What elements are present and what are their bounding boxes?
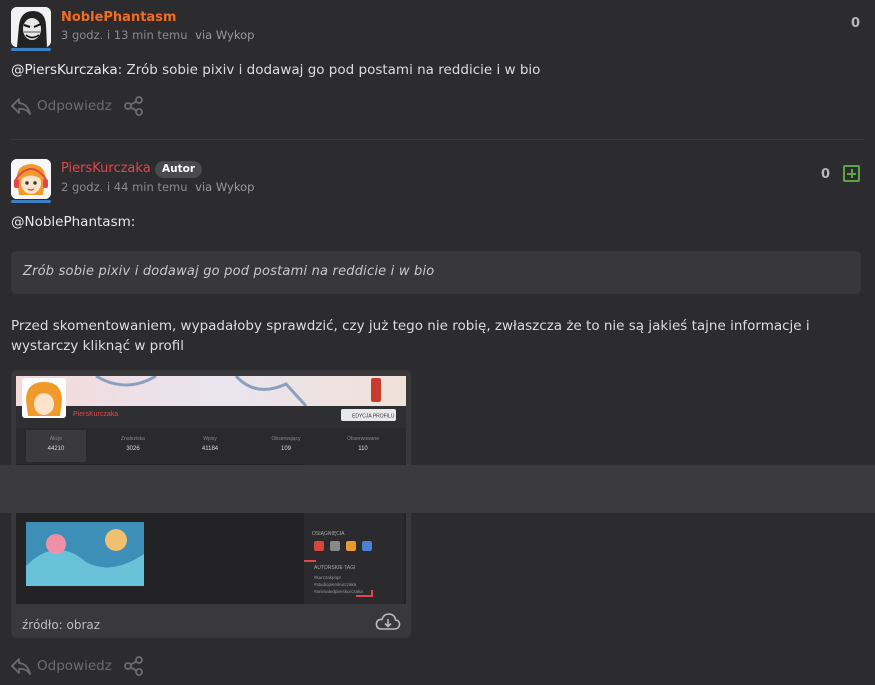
author-badge: Autor — [155, 161, 203, 178]
comment-meta: 2 godz. i 44 min temu via Wykop — [61, 180, 254, 194]
embedded-edit-button: EDYCJA PROFILU — [352, 414, 395, 420]
via-source: via Wykop — [195, 28, 255, 42]
embedded-stat-label: Akcje — [50, 436, 62, 442]
timestamp[interactable]: 3 godz. i 13 min temu — [61, 28, 188, 42]
quote-text: Zrób sobie pixiv i dodawaj go pod postam… — [23, 264, 435, 279]
quote-block: Zrób sobie pixiv i dodawaj go pod postam… — [11, 251, 861, 294]
embedded-tag: #kurczakpopr — [314, 575, 342, 580]
embedded-tag: #studiopierskurczaka — [314, 582, 357, 587]
image-source-link[interactable]: źródło: obraz — [22, 618, 100, 632]
embedded-stat-value: 44210 — [48, 446, 65, 452]
comment-text: : Zrób sobie pixiv i dodawaj go pod post… — [117, 62, 541, 78]
embedded-tag: #animatedpierskurczaka — [314, 589, 363, 594]
reply-icon[interactable] — [10, 95, 32, 121]
comment-mention-line: @NoblePhantasm: — [11, 212, 857, 232]
comment-meta: 3 godz. i 13 min temu via Wykop — [61, 28, 254, 42]
vote-count: 0 — [850, 16, 860, 31]
embedded-section-title: AUTORSKIE TAGI — [314, 565, 355, 571]
reply-button[interactable]: Odpowiedz — [37, 658, 112, 674]
avatar[interactable] — [11, 7, 51, 47]
share-icon[interactable] — [123, 655, 145, 681]
embedded-section-title: OSIĄGNIĘCIA — [312, 531, 345, 537]
embedded-stat-label: Obserwujący — [272, 436, 301, 442]
comment-divider — [11, 139, 864, 140]
author-name[interactable]: PiersKurczaka — [61, 161, 151, 176]
comment-body: @PiersKurczaka: Zrób sobie pixiv i dodaw… — [11, 60, 857, 80]
mention-link[interactable]: @PiersKurczaka — [11, 62, 118, 78]
via-source: via Wykop — [195, 180, 255, 194]
author-name[interactable]: NoblePhantasm — [61, 10, 176, 25]
embedded-stat-value: 3026 — [126, 446, 140, 452]
embedded-profile-name: PiersKurczaka — [73, 411, 118, 418]
upvote-plus-icon[interactable] — [843, 165, 860, 182]
comment-body: Przed skomentowaniem, wypadałoby sprawdz… — [11, 318, 810, 354]
avatar[interactable] — [11, 159, 51, 199]
timestamp[interactable]: 2 godz. i 44 min temu — [61, 180, 188, 194]
avatar-rank-bar — [11, 48, 51, 51]
cloud-download-icon[interactable] — [375, 612, 401, 636]
embedded-stat-label: Znaleziska — [121, 436, 145, 442]
reply-button[interactable]: Odpowiedz — [37, 98, 112, 114]
loading-overlay-bar — [0, 465, 875, 513]
embedded-stat-value: 110 — [358, 446, 368, 452]
avatar-rank-bar — [11, 200, 51, 203]
embedded-stat-value: 41184 — [202, 446, 219, 452]
reply-icon[interactable] — [10, 655, 32, 681]
mention-link[interactable]: @NoblePhantasm: — [11, 214, 135, 230]
vote-count: 0 — [820, 167, 830, 182]
embedded-stat-label: Wpisy — [203, 436, 217, 442]
share-icon[interactable] — [123, 95, 145, 121]
embedded-stat-label: Obserwowane — [347, 436, 379, 442]
embedded-stat-value: 109 — [281, 446, 292, 452]
